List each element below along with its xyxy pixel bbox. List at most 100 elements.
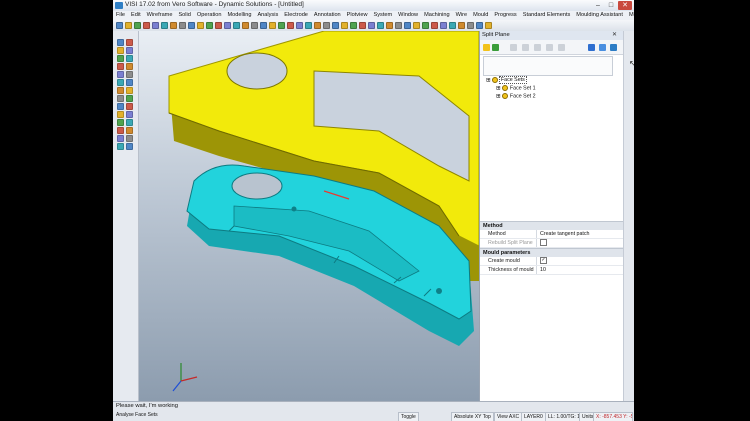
refresh-icon[interactable]: [599, 44, 606, 51]
left-tool-icon[interactable]: [117, 95, 124, 102]
left-tool-icon[interactable]: [126, 119, 133, 126]
toolbar-tool-icon[interactable]: [431, 22, 438, 29]
left-tool-icon[interactable]: [126, 103, 133, 110]
toolbar-tool-icon[interactable]: [332, 22, 339, 29]
menu-analysis[interactable]: Analysis: [254, 11, 281, 20]
left-tool-icon[interactable]: [117, 55, 124, 62]
left-tool-icon[interactable]: [126, 95, 133, 102]
property-value[interactable]: 10: [536, 266, 624, 274]
toolbar-tool-icon[interactable]: [395, 22, 402, 29]
face-set-icon[interactable]: [483, 44, 490, 51]
close-button[interactable]: ✕: [618, 1, 632, 10]
3d-viewport[interactable]: [139, 31, 479, 401]
tree-node[interactable]: ⊞ Face Set 2: [496, 93, 536, 99]
menu-mode[interactable]: Mode: [626, 11, 634, 20]
left-tool-icon[interactable]: [117, 71, 124, 78]
left-tool-icon[interactable]: [126, 111, 133, 118]
property-section-header[interactable]: Mould parameters: [480, 248, 624, 257]
panel-scrollbar[interactable]: [623, 31, 634, 401]
left-tool-icon[interactable]: [126, 55, 133, 62]
toolbar-tool-icon[interactable]: [143, 22, 150, 29]
toolbar-tool-icon[interactable]: [278, 22, 285, 29]
left-tool-icon[interactable]: [117, 119, 124, 126]
toolbar-tool-icon[interactable]: [440, 22, 447, 29]
menu-annotation[interactable]: Annotation: [311, 11, 344, 20]
left-tool-icon[interactable]: [126, 63, 133, 70]
toolbar-tool-icon[interactable]: [458, 22, 465, 29]
toolbar-tool-icon[interactable]: [197, 22, 204, 29]
menu-modelling[interactable]: Modelling: [224, 11, 254, 20]
left-tool-icon[interactable]: [126, 71, 133, 78]
toolbar-tool-icon[interactable]: [323, 22, 330, 29]
toolbar-tool-icon[interactable]: [476, 22, 483, 29]
left-tool-icon[interactable]: [117, 87, 124, 94]
menu-operation[interactable]: Operation: [194, 11, 225, 20]
toolbar-tool-icon[interactable]: [134, 22, 141, 29]
left-tool-icon[interactable]: [126, 87, 133, 94]
toolbar-tool-icon[interactable]: [224, 22, 231, 29]
menu-window[interactable]: Window: [395, 11, 421, 20]
maximize-button[interactable]: □: [605, 1, 617, 10]
status-cell[interactable]: LAYER0: [521, 412, 546, 421]
apply-icon[interactable]: [588, 44, 595, 51]
property-checkbox[interactable]: ✓: [540, 257, 547, 265]
left-tool-icon[interactable]: [126, 127, 133, 134]
toolbar-tool-icon[interactable]: [305, 22, 312, 29]
toolbar-tool-icon[interactable]: [233, 22, 240, 29]
toolbar-tool-icon[interactable]: [215, 22, 222, 29]
left-tool-icon[interactable]: [117, 47, 124, 54]
menu-progress[interactable]: Progress: [491, 11, 519, 20]
toolbar-tool-icon[interactable]: [386, 22, 393, 29]
left-tool-icon[interactable]: [117, 111, 124, 118]
toolbar-tool-icon[interactable]: [260, 22, 267, 29]
menu-electrode[interactable]: Electrode: [281, 11, 311, 20]
toolbar-tool-icon[interactable]: [251, 22, 258, 29]
toolbar-tool-icon[interactable]: [449, 22, 456, 29]
left-tool-icon[interactable]: [126, 47, 133, 54]
left-tool-icon[interactable]: [117, 143, 124, 150]
property-value[interactable]: ✓: [536, 257, 624, 265]
left-tool-icon[interactable]: [117, 79, 124, 86]
status-cell[interactable]: X: -857.453 Y: -5058.2 Z: -600.000: [593, 412, 633, 421]
menu-machining[interactable]: Machining: [421, 11, 453, 20]
left-tool-icon[interactable]: [117, 127, 124, 134]
panel-selection-field[interactable]: [483, 56, 613, 76]
toolbar-tool-icon[interactable]: [269, 22, 276, 29]
toolbar-tool-icon[interactable]: [341, 22, 348, 29]
toolbar-tool-icon[interactable]: [287, 22, 294, 29]
status-cell[interactable]: Absolute XY Top: [451, 412, 494, 421]
left-tool-icon[interactable]: [126, 79, 133, 86]
left-tool-icon[interactable]: [117, 63, 124, 70]
menu-file[interactable]: File: [113, 11, 128, 20]
toolbar-tool-icon[interactable]: [350, 22, 357, 29]
minimize-button[interactable]: –: [592, 1, 604, 10]
toolbar-tool-icon[interactable]: [314, 22, 321, 29]
left-tool-icon[interactable]: [126, 143, 133, 150]
menu-edit[interactable]: Edit: [128, 11, 144, 20]
toolbar-tool-icon[interactable]: [179, 22, 186, 29]
toolbar-tool-icon[interactable]: [116, 22, 123, 29]
toolbar-tool-icon[interactable]: [170, 22, 177, 29]
toolbar-tool-icon[interactable]: [422, 22, 429, 29]
tree-node[interactable]: ⊞ Face Sets: [486, 76, 527, 85]
status-cell[interactable]: View AXC: [494, 412, 523, 421]
left-tool-icon[interactable]: [117, 135, 124, 142]
left-tool-icon[interactable]: [117, 103, 124, 110]
panel-close-button[interactable]: ✕: [612, 32, 617, 38]
tree-node[interactable]: ⊞ Face Set 1: [496, 85, 536, 91]
toolbar-tool-icon[interactable]: [152, 22, 159, 29]
toolbar-tool-icon[interactable]: [413, 22, 420, 29]
toolbar-tool-icon[interactable]: [206, 22, 213, 29]
toolbar-tool-icon[interactable]: [485, 22, 492, 29]
menu-standard-elements[interactable]: Standard Elements: [520, 11, 574, 20]
menu-system[interactable]: System: [371, 11, 396, 20]
left-tool-icon[interactable]: [117, 39, 124, 46]
property-value[interactable]: Create tangent patch: [536, 230, 624, 238]
menu-moulding-assistant[interactable]: Moulding Assistant: [573, 11, 626, 20]
status-cell[interactable]: Toggle: [398, 412, 419, 421]
property-section-header[interactable]: Method: [480, 221, 624, 230]
add-face-set-icon[interactable]: [492, 44, 499, 51]
menu-wireframe[interactable]: Wireframe: [144, 11, 176, 20]
toolbar-tool-icon[interactable]: [359, 22, 366, 29]
menu-plotview[interactable]: Plotview: [344, 11, 371, 20]
